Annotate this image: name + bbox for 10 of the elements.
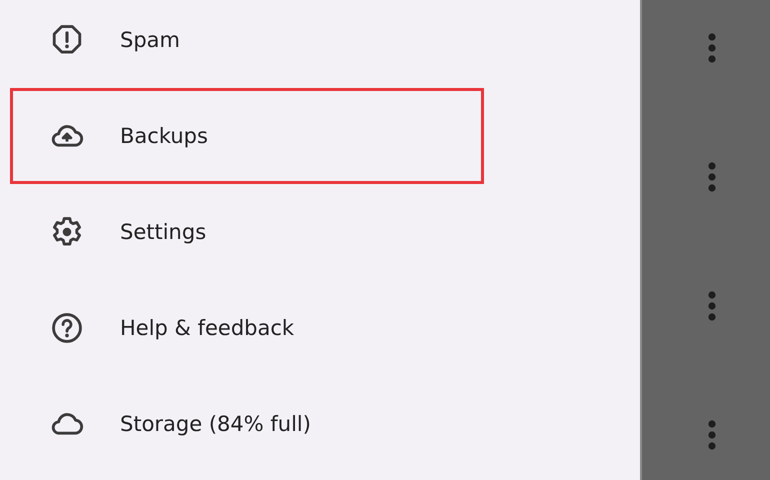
- drawer-item[interactable]: Settings: [10, 184, 484, 280]
- drawer-item[interactable]: Backups: [10, 88, 484, 184]
- more-icon[interactable]: [707, 291, 717, 321]
- drawer-item[interactable]: Help & feedback: [10, 280, 484, 376]
- help-icon: [50, 311, 84, 345]
- more-icon[interactable]: [707, 420, 717, 450]
- drawer-item[interactable]: Spam: [10, 0, 484, 88]
- more-icon[interactable]: [707, 33, 717, 63]
- more-icon[interactable]: [707, 162, 717, 192]
- drawer-item[interactable]: Storage (84% full): [10, 376, 484, 472]
